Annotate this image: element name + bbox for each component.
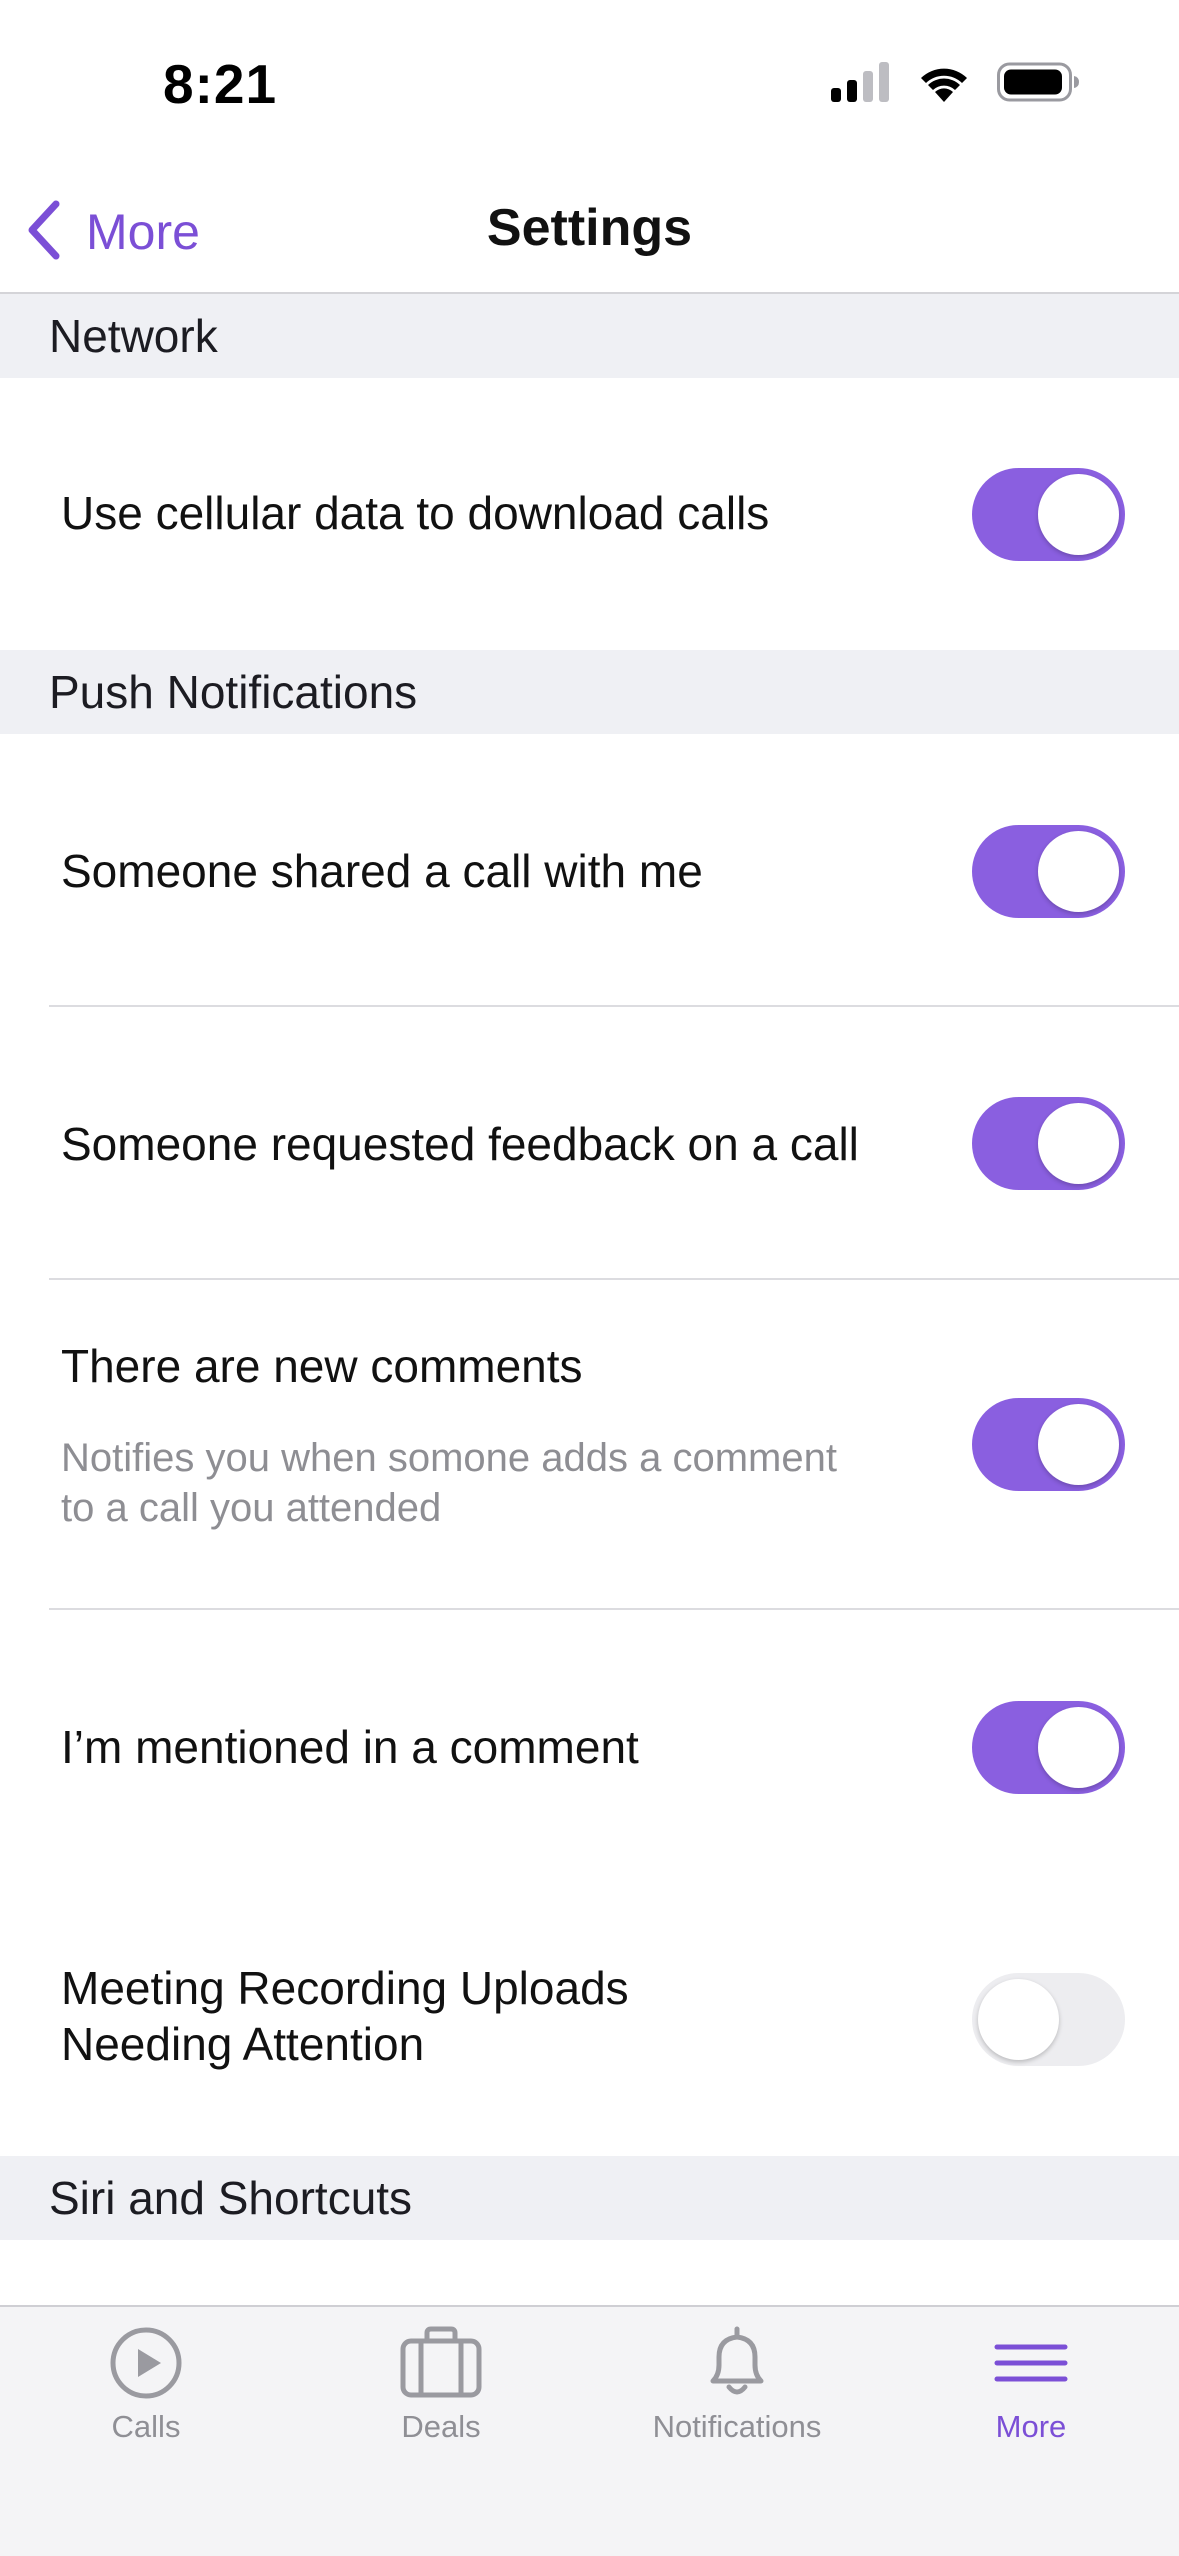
status-bar: 8:21	[0, 0, 1179, 170]
toggle-knob	[1038, 831, 1119, 912]
tab-bar: Calls Deals Notifications More	[0, 2305, 1179, 2556]
section-header-siri-shortcuts: Siri and Shortcuts	[0, 2156, 1179, 2240]
setting-label: I’m mentioned in a comment	[61, 1721, 639, 1773]
tab-label: More	[995, 2409, 1067, 2444]
recording-uploads-toggle[interactable]	[972, 1973, 1125, 2066]
setting-row-feedback: Someone requested feedback on a call	[0, 1007, 1179, 1279]
toggle-knob	[1038, 474, 1119, 555]
setting-description-line: to a call you attended	[61, 1486, 442, 1530]
setting-label: Meeting Recording Uploads	[61, 1962, 629, 2014]
tab-calls[interactable]: Calls	[36, 2325, 256, 2465]
battery-icon	[997, 62, 1079, 107]
cellular-signal-icon	[831, 62, 891, 107]
page-title: Settings	[486, 199, 693, 257]
setting-row-mentioned: I’m mentioned in a comment	[0, 1610, 1179, 1882]
wifi-icon	[917, 62, 971, 107]
setting-description-line: Notifies you when somone adds a comment	[61, 1436, 837, 1480]
status-icons	[831, 62, 1079, 107]
cellular-data-toggle[interactable]	[972, 468, 1125, 561]
setting-row-cellular: Use cellular data to download calls	[0, 378, 1179, 650]
section-title: Push Notifications	[49, 666, 418, 718]
tab-label: Deals	[401, 2409, 481, 2444]
setting-label: Needing Attention	[61, 2018, 425, 2070]
navigation-bar: More Settings	[0, 170, 1179, 294]
setting-label: Use cellular data to download calls	[61, 487, 770, 539]
tab-label: Notifications	[652, 2409, 822, 2444]
tab-label: Calls	[111, 2409, 181, 2444]
status-time: 8:21	[163, 53, 278, 115]
setting-label: Someone requested feedback on a call	[61, 1118, 859, 1170]
tab-notifications[interactable]: Notifications	[627, 2325, 847, 2465]
new-comments-toggle[interactable]	[972, 1398, 1125, 1491]
section-header-push-notifications: Push Notifications	[0, 650, 1179, 734]
section-title: Siri and Shortcuts	[49, 2172, 413, 2224]
settings-screen: 8:21 More Settings Network Use cellular …	[0, 0, 1179, 2556]
toggle-knob	[1038, 1404, 1119, 1485]
bell-icon	[699, 2325, 775, 2401]
feedback-request-toggle[interactable]	[972, 1097, 1125, 1190]
tab-more[interactable]: More	[921, 2325, 1141, 2465]
setting-row-shared-call: Someone shared a call with me	[0, 734, 1179, 1006]
menu-lines-icon	[993, 2325, 1069, 2401]
mentioned-toggle[interactable]	[972, 1701, 1125, 1794]
play-circle-icon	[108, 2325, 184, 2401]
setting-label: Someone shared a call with me	[61, 845, 703, 897]
setting-row-recording-uploads: Meeting Recording Uploads Needing Attent…	[0, 1882, 1179, 2156]
shared-call-toggle[interactable]	[972, 825, 1125, 918]
toggle-knob	[978, 1979, 1059, 2060]
setting-row-comments: There are new comments Notifies you when…	[0, 1280, 1179, 1609]
tab-deals[interactable]: Deals	[331, 2325, 551, 2465]
section-title: Network	[49, 310, 218, 362]
setting-label: There are new comments	[61, 1340, 583, 1392]
briefcase-icon	[399, 2325, 483, 2401]
toggle-knob	[1038, 1707, 1119, 1788]
section-header-network: Network	[0, 294, 1179, 378]
toggle-knob	[1038, 1103, 1119, 1184]
